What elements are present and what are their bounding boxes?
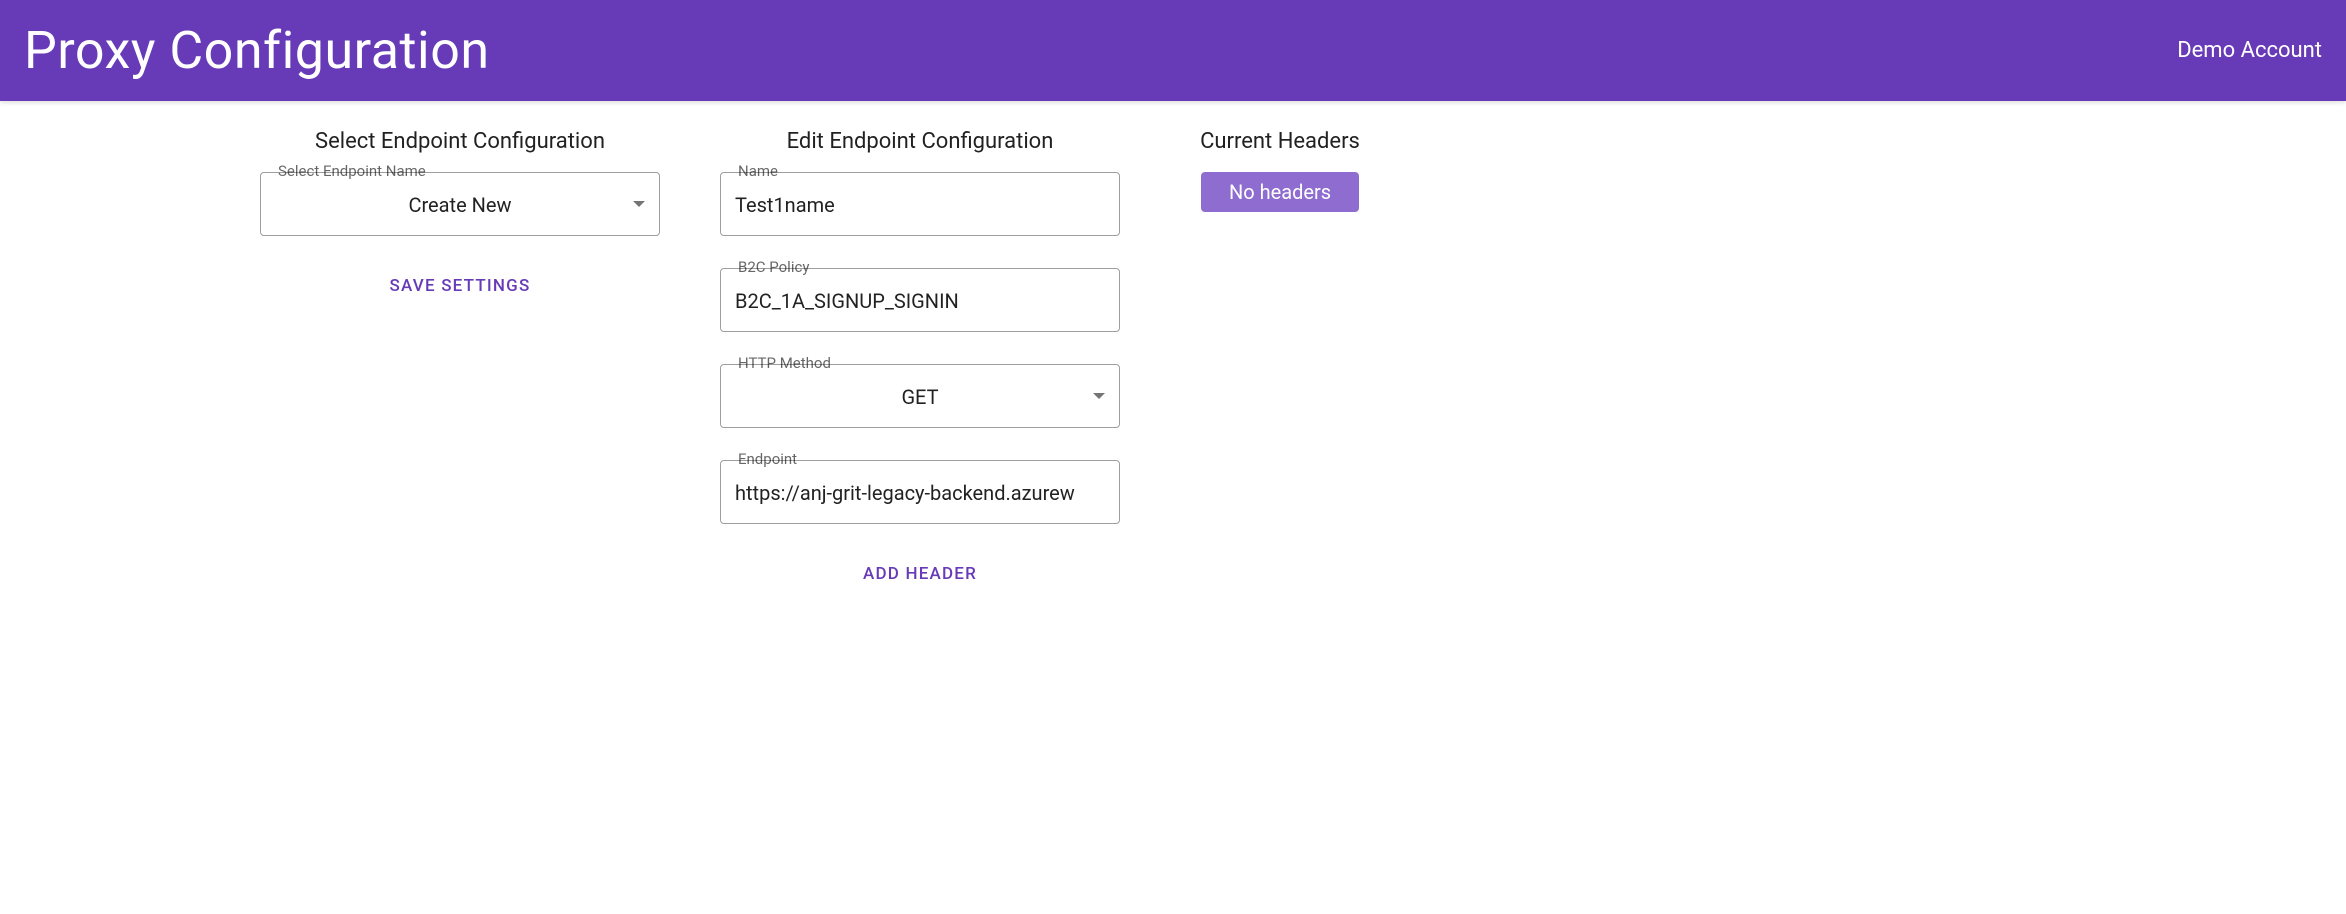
- name-input[interactable]: [735, 193, 1105, 217]
- save-settings-button[interactable]: Save Settings: [376, 268, 545, 304]
- http-method-field[interactable]: HTTP Method GET: [720, 364, 1120, 428]
- edit-endpoint-column: Edit Endpoint Configuration Name B2C Pol…: [720, 129, 1120, 592]
- main-content: Select Endpoint Configuration Select End…: [240, 101, 1640, 620]
- edit-endpoint-title: Edit Endpoint Configuration: [787, 129, 1054, 154]
- select-endpoint-title: Select Endpoint Configuration: [315, 129, 605, 154]
- endpoint-field[interactable]: Endpoint: [720, 460, 1120, 524]
- current-headers-title: Current Headers: [1200, 129, 1360, 154]
- select-endpoint-name-field[interactable]: Select Endpoint Name Create New: [260, 172, 660, 236]
- page-title: Proxy Configuration: [24, 20, 490, 81]
- account-label[interactable]: Demo Account: [2177, 38, 2322, 63]
- http-method-value[interactable]: GET: [735, 385, 1105, 409]
- b2c-policy-field[interactable]: B2C Policy: [720, 268, 1120, 332]
- add-header-button[interactable]: Add Header: [849, 556, 991, 592]
- current-headers-column: Current Headers No headers: [1180, 129, 1380, 592]
- select-endpoint-name-value[interactable]: Create New: [275, 193, 645, 217]
- endpoint-input[interactable]: [735, 481, 1105, 505]
- select-endpoint-column: Select Endpoint Configuration Select End…: [260, 129, 660, 592]
- app-header: Proxy Configuration Demo Account: [0, 0, 2346, 101]
- b2c-policy-input[interactable]: [735, 289, 1105, 313]
- name-field[interactable]: Name: [720, 172, 1120, 236]
- no-headers-chip: No headers: [1201, 172, 1359, 212]
